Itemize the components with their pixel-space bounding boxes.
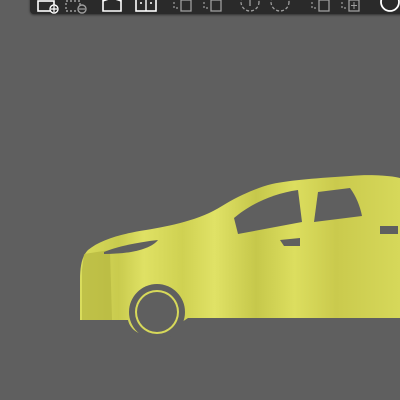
mirror-left-icon[interactable] <box>308 0 332 14</box>
rotate-left-icon[interactable] <box>238 0 262 14</box>
split-right-icon[interactable] <box>200 0 224 14</box>
mirror-right-icon[interactable] <box>338 0 362 14</box>
settings-icon[interactable] <box>376 0 400 14</box>
rear-wheel-hole <box>137 292 177 332</box>
car-model[interactable] <box>0 0 400 400</box>
view-front-icon[interactable] <box>100 0 124 14</box>
add-object-icon[interactable] <box>36 0 60 14</box>
split-left-icon[interactable] <box>170 0 194 14</box>
car-front-shade <box>82 250 112 320</box>
car-rear-vent <box>380 226 398 234</box>
3d-viewport[interactable] <box>0 0 400 400</box>
rotate-right-icon[interactable] <box>268 0 292 14</box>
view-split-icon[interactable] <box>134 0 158 14</box>
remove-object-icon[interactable] <box>64 0 88 14</box>
toolbar <box>30 0 400 14</box>
